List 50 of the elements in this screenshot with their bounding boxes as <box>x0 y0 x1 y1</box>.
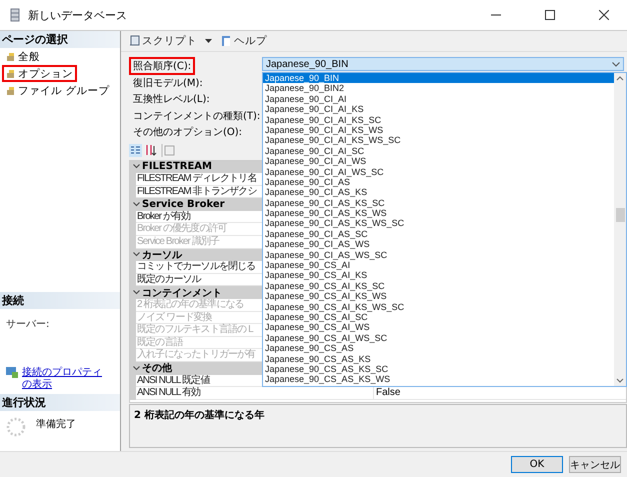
field-label: その他のオプション(O): <box>132 126 244 140</box>
connection-properties-link[interactable]: 接続のプロパティの表示 <box>22 367 108 391</box>
chevron-icon <box>612 62 620 66</box>
field-label: 互換性レベル(L): <box>132 92 211 108</box>
scrollbar-thumb[interactable] <box>616 208 624 222</box>
server-label: サーバー: <box>5 318 50 331</box>
page-icon <box>6 86 16 96</box>
field-label: コンテインメントの種類(T): <box>132 110 262 124</box>
properties-icon <box>6 367 18 378</box>
page-icon <box>6 52 16 62</box>
help-icon <box>221 35 232 47</box>
field-label: 照合順序(C): <box>129 57 196 76</box>
help-button[interactable]: ヘルプ <box>219 34 269 48</box>
script-icon <box>129 35 140 47</box>
chevron-icon[interactable] <box>132 164 140 170</box>
chevron-icon[interactable] <box>132 202 140 208</box>
collation-combo[interactable]: Japanese_90_BIN <box>262 57 624 71</box>
property-name: ANSI NULL 有効 <box>136 387 374 400</box>
category-label: FILESTREAM <box>142 161 212 172</box>
section-header: 接続 <box>0 292 120 309</box>
category-label: コンテインメント <box>142 286 222 299</box>
window-title: 新しいデータベース <box>28 8 128 22</box>
category-label: カーソル <box>142 248 182 262</box>
status-text: 準備完了 <box>36 418 76 431</box>
cancel-button[interactable]: キャンセル <box>569 456 621 473</box>
section-header: 進行状況 <box>0 394 120 411</box>
spinner-icon <box>6 417 26 437</box>
page-icon <box>6 68 16 78</box>
description-text: 2 桁表記の年の基準になる年 <box>129 404 627 448</box>
caret-icon <box>205 38 213 44</box>
close-icon[interactable] <box>599 10 609 20</box>
section-header: ページの選択 <box>0 31 120 48</box>
page-item[interactable]: ファイル グループ <box>2 82 114 99</box>
database-icon <box>10 8 20 22</box>
dropdown-option[interactable]: Japanese_90_BIN <box>263 73 614 84</box>
script-menu[interactable]: スクリプト <box>127 34 215 48</box>
chevron-icon[interactable] <box>132 366 140 371</box>
sort-icon[interactable] <box>145 144 158 157</box>
property-value[interactable]: False <box>374 387 626 400</box>
category-label: その他 <box>142 362 172 376</box>
categorized-icon[interactable] <box>129 144 142 157</box>
chevron-icon[interactable] <box>132 252 140 258</box>
scrollbar[interactable] <box>614 73 626 386</box>
maximize-icon[interactable] <box>545 10 555 20</box>
category-label: Service Broker <box>142 199 225 210</box>
field-label: 復旧モデル(M): <box>132 76 204 91</box>
chevron-icon[interactable] <box>132 290 140 296</box>
page-item[interactable]: 全般 <box>2 48 44 65</box>
page-item[interactable]: オプション <box>2 65 77 82</box>
ok-button[interactable]: OK <box>511 456 563 473</box>
